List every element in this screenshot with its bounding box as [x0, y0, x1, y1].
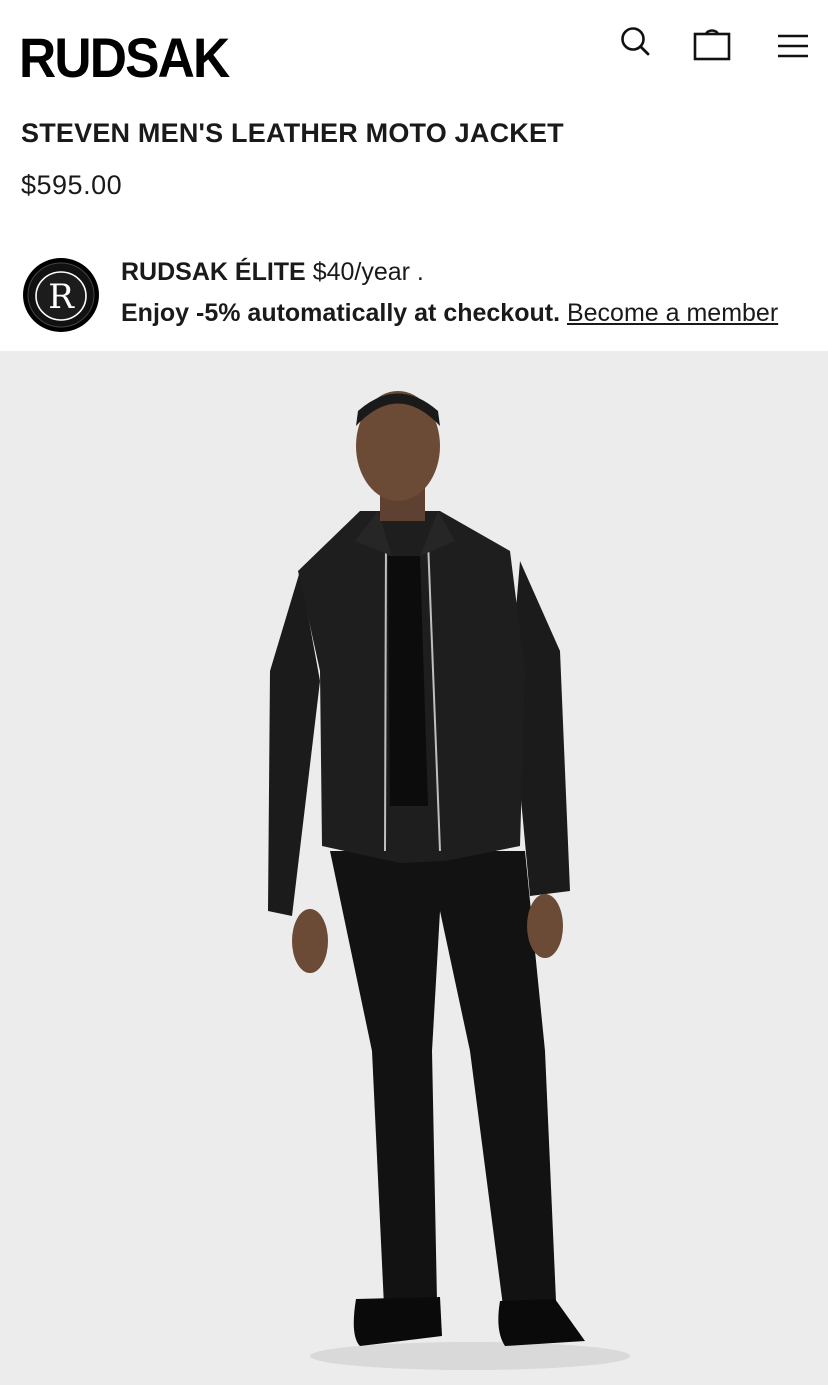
elite-badge-letter: R — [48, 277, 75, 317]
elite-membership-banner: R RUDSAK ÉLITE $40/year . Enjoy -5% auto… — [0, 248, 828, 348]
elite-badge-icon: R — [21, 255, 101, 335]
become-member-link[interactable]: Become a member — [567, 299, 778, 327]
elite-offer-line: Enjoy -5% automatically at checkout. Bec… — [121, 299, 778, 328]
hamburger-menu-icon — [778, 34, 808, 58]
site-header: RUDSAK — [0, 0, 828, 100]
shopping-bag-icon — [693, 29, 731, 61]
brand-logo[interactable]: RUDSAK — [19, 28, 230, 88]
product-title: STEVEN MEN'S LEATHER MOTO JACKET — [21, 118, 564, 148]
search-icon — [621, 27, 650, 56]
product-price: $595.00 — [21, 170, 123, 200]
elite-price: $40/year . — [312, 258, 424, 286]
model-illustration — [268, 391, 630, 1370]
search-button[interactable] — [616, 22, 656, 62]
elite-name: RUDSAK ÉLITE — [121, 258, 306, 286]
elite-title-line: RUDSAK ÉLITE $40/year . — [121, 258, 424, 287]
elite-offer-text: Enjoy -5% automatically at checkout. — [121, 299, 561, 327]
menu-button[interactable] — [774, 26, 814, 66]
cart-button[interactable] — [692, 24, 732, 64]
product-hero-image[interactable] — [0, 351, 828, 1385]
